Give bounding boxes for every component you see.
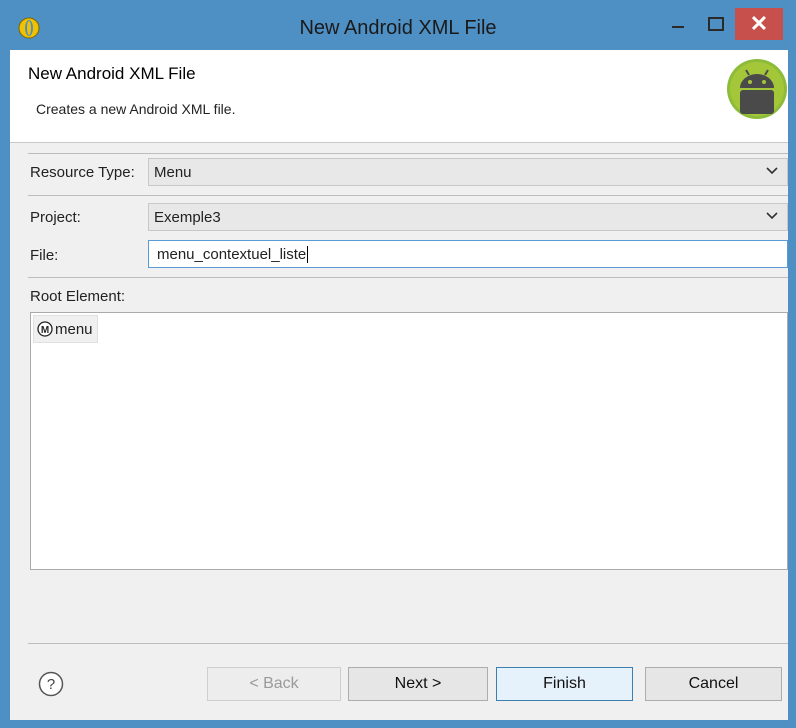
- wizard-title: New Android XML File: [28, 64, 196, 83]
- android-logo-icon: [727, 59, 787, 119]
- minimize-button[interactable]: [660, 8, 696, 40]
- divider: [28, 153, 788, 154]
- file-name-input[interactable]: menu_contextuel_liste: [148, 240, 788, 268]
- chevron-down-icon: [766, 212, 778, 220]
- maximize-icon: [708, 17, 724, 31]
- text-caret: [307, 245, 309, 263]
- minimize-icon: [672, 26, 684, 28]
- maximize-button[interactable]: [698, 8, 734, 40]
- close-button[interactable]: ✕: [735, 8, 783, 40]
- divider: [28, 643, 788, 644]
- file-name-value: menu_contextuel_liste: [157, 245, 307, 263]
- list-item[interactable]: M menu: [33, 315, 98, 343]
- project-label: Project:: [30, 209, 81, 226]
- help-icon[interactable]: ?: [38, 671, 64, 697]
- root-element-label: Root Element:: [30, 288, 126, 305]
- list-item-label: menu: [55, 320, 93, 338]
- close-icon: ✕: [749, 11, 769, 36]
- menu-element-icon: M: [37, 321, 53, 337]
- file-label: File:: [30, 247, 59, 264]
- wizard-header: New Android XML File Creates a new Andro…: [10, 50, 788, 143]
- next-button[interactable]: Next >: [348, 667, 488, 701]
- wizard-description: Creates a new Android XML file.: [36, 101, 236, 117]
- divider: [28, 277, 788, 278]
- title-bar[interactable]: New Android XML File ✕: [0, 0, 796, 50]
- project-value: Exemple3: [154, 208, 221, 226]
- svg-text:M: M: [41, 325, 49, 336]
- finish-button[interactable]: Finish: [496, 667, 633, 701]
- divider: [28, 195, 788, 196]
- dialog-body: New Android XML File Creates a new Andro…: [10, 50, 788, 720]
- back-button[interactable]: < Back: [207, 667, 341, 701]
- resource-type-label: Resource Type:: [30, 164, 135, 181]
- dialog-window: New Android XML File ✕ New Android XML F…: [0, 0, 796, 728]
- chevron-down-icon: [766, 167, 778, 175]
- project-dropdown[interactable]: Exemple3: [148, 203, 788, 231]
- cancel-button[interactable]: Cancel: [645, 667, 782, 701]
- svg-text:?: ?: [47, 676, 55, 693]
- resource-type-value: Menu: [154, 163, 192, 181]
- resource-type-dropdown[interactable]: Menu: [148, 158, 788, 186]
- root-element-list[interactable]: M menu: [30, 312, 788, 570]
